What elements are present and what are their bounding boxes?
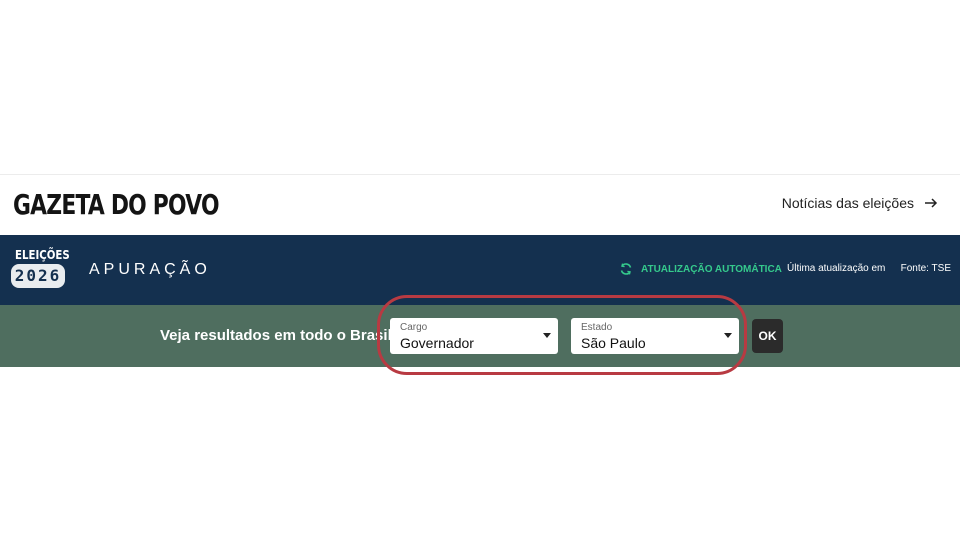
elections-2026-badge[interactable]: ELEIÇÕES 2026 (11, 248, 70, 292)
results-filter-bar: Veja resultados em todo o Brasil Cargo G… (0, 305, 960, 367)
election-news-link-label: Notícias das eleições (781, 195, 914, 211)
cargo-select-value: Governador (400, 335, 474, 351)
estado-select-value: São Paulo (581, 335, 646, 351)
source-text: Fonte: TSE (900, 263, 951, 274)
filter-label: Veja resultados em todo o Brasil (160, 327, 392, 344)
election-navbar: ELEIÇÕES 2026 APURAÇÃO ATUALIZAÇÃO AUTOM… (0, 235, 960, 305)
estado-select[interactable]: Estado São Paulo (571, 318, 739, 354)
ok-button[interactable]: OK (752, 319, 783, 353)
last-update-text: Última atualização em (787, 263, 886, 274)
cargo-select-caption: Cargo (400, 322, 428, 333)
badge-elections-label: ELEIÇÕES (15, 248, 70, 262)
caret-down-icon (543, 333, 551, 338)
auto-update-toggle[interactable]: ATUALIZAÇÃO AUTOMÁTICA (619, 262, 782, 276)
cargo-select[interactable]: Cargo Governador (390, 318, 558, 354)
estado-select-caption: Estado (581, 322, 613, 333)
section-title: APURAÇÃO (89, 261, 211, 278)
auto-update-label: ATUALIZAÇÃO AUTOMÁTICA (641, 263, 782, 275)
site-logo[interactable]: GAZETA DO POVO (13, 188, 220, 222)
election-news-link[interactable]: Notícias das eleições (782, 195, 938, 211)
badge-year: 2026 (11, 264, 65, 288)
refresh-icon (619, 262, 633, 276)
caret-down-icon (724, 333, 732, 338)
arrow-right-icon (924, 196, 938, 210)
blank-top-area (0, 0, 960, 174)
site-header: GAZETA DO POVO Notícias das eleições (0, 175, 960, 235)
